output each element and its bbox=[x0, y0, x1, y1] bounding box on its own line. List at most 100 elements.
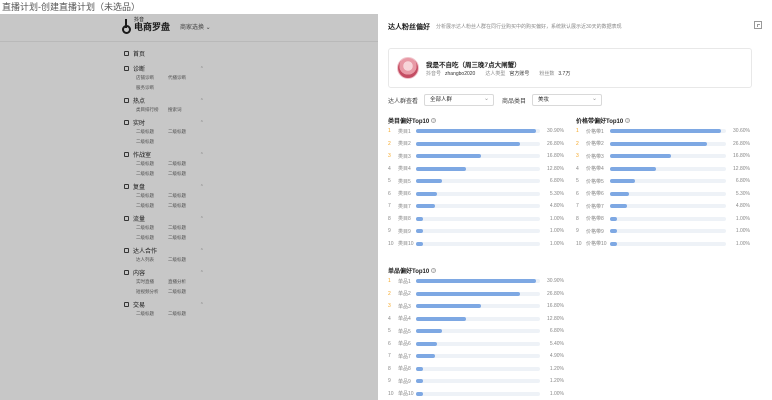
drawer-title: 达人粉丝偏好 bbox=[388, 24, 430, 31]
ranking-row: 9 类目9 1.00% bbox=[388, 225, 564, 238]
bar-track bbox=[416, 166, 540, 171]
influencer-card: 我是不自吃（周三晚7点大闸蟹） 抖音号 zhangbo2020 达人类型 官方账号 … bbox=[388, 48, 752, 88]
influencer-name: 我是不自吃（周三晚7点大闸蟹） bbox=[426, 62, 521, 69]
ranking-row: 8 单品8 1.20% bbox=[388, 363, 564, 376]
bar-fill bbox=[416, 279, 536, 284]
rank-number: 9 bbox=[388, 228, 391, 235]
bar-track bbox=[416, 366, 540, 371]
bar-fill bbox=[416, 216, 424, 221]
rank-percent: 1.00% bbox=[549, 228, 564, 235]
rank-label: 价格带5 bbox=[586, 178, 604, 185]
bar-track bbox=[416, 179, 540, 184]
bar-fill bbox=[610, 179, 635, 184]
price-ranking: 价格带偏好Top10? 1 价格带1 30.60% 2 价格带2 26.80% 3 价格带3 16… bbox=[576, 115, 750, 250]
rank-percent: 26.80% bbox=[547, 290, 564, 297]
expand-icon[interactable] bbox=[754, 21, 762, 29]
filter-bar: 达人群查看 全部人群 商品类目 美妆 bbox=[388, 94, 610, 106]
rank-percent: 1.00% bbox=[735, 228, 750, 235]
bar-track bbox=[416, 391, 540, 396]
bar-track bbox=[416, 304, 540, 309]
rank-number: 7 bbox=[576, 203, 579, 210]
rank-number: 5 bbox=[388, 328, 391, 335]
rank-number: 2 bbox=[388, 290, 391, 297]
ranking-row: 3 价格带3 16.80% bbox=[576, 150, 750, 163]
bar-fill bbox=[610, 191, 630, 196]
rank-percent: 30.90% bbox=[547, 128, 564, 135]
ranking-row: 2 单品2 26.80% bbox=[388, 288, 564, 301]
rank-label: 价格带2 bbox=[586, 141, 604, 148]
rank-label: 类目8 bbox=[398, 216, 411, 223]
crowd-select[interactable]: 全部人群 bbox=[424, 94, 495, 106]
rank-percent: 4.90% bbox=[549, 353, 564, 360]
modal-mask[interactable] bbox=[0, 14, 378, 400]
rank-number: 1 bbox=[576, 128, 579, 135]
bar-fill bbox=[416, 316, 466, 321]
rank-label: 类目1 bbox=[398, 128, 411, 135]
bar-track bbox=[416, 216, 540, 221]
rank-number: 8 bbox=[388, 215, 391, 222]
help-icon[interactable]: ? bbox=[431, 267, 437, 273]
bar-track bbox=[610, 216, 726, 221]
rank-number: 6 bbox=[576, 190, 579, 197]
bar-fill bbox=[610, 141, 708, 146]
rank-label: 单品2 bbox=[398, 291, 411, 298]
rank-label: 价格带7 bbox=[586, 203, 604, 210]
ranking-row: 2 价格带2 26.80% bbox=[576, 138, 750, 151]
drawer-description: 分析展示达人粉丝人群在同行业购买中的购买偏好，系统默认展示近30天的数据表现 bbox=[436, 24, 622, 30]
ranking-title: 单品偏好Top10? bbox=[388, 265, 564, 275]
bar-track bbox=[416, 229, 540, 234]
rank-number: 3 bbox=[388, 153, 391, 160]
bar-track bbox=[416, 341, 540, 346]
rank-percent: 6.80% bbox=[549, 178, 564, 185]
bar-fill bbox=[416, 354, 435, 359]
bar-fill bbox=[416, 291, 520, 296]
bar-track bbox=[610, 191, 726, 196]
bar-track bbox=[416, 329, 540, 334]
rank-number: 9 bbox=[576, 228, 579, 235]
category-ranking: 类目偏好Top10? 1 类目1 30.90% 2 类目2 26.80% 3 类目3 16.80%… bbox=[388, 115, 564, 250]
ranking-row: 7 类目7 4.80% bbox=[388, 200, 564, 213]
rank-percent: 5.30% bbox=[735, 190, 750, 197]
category-select[interactable]: 美妆 bbox=[532, 94, 603, 106]
ranking-row: 5 单品5 6.80% bbox=[388, 325, 564, 338]
ranking-row: 1 类目1 30.90% bbox=[388, 125, 564, 138]
ranking-row: 7 价格带7 4.80% bbox=[576, 200, 750, 213]
ranking-row: 8 价格带8 1.00% bbox=[576, 213, 750, 226]
rank-percent: 12.80% bbox=[547, 165, 564, 172]
rank-label: 单品3 bbox=[398, 303, 411, 310]
ranking-row: 10 单品10 1.00% bbox=[388, 388, 564, 400]
rank-number: 4 bbox=[576, 165, 579, 172]
bar-fill bbox=[416, 241, 424, 246]
rank-number: 6 bbox=[388, 190, 391, 197]
bar-fill bbox=[416, 304, 482, 309]
rank-label: 类目5 bbox=[398, 178, 411, 185]
bar-track bbox=[416, 379, 540, 384]
rank-number: 1 bbox=[388, 128, 391, 135]
bar-track bbox=[610, 241, 726, 246]
rank-percent: 1.00% bbox=[735, 240, 750, 247]
rank-percent: 1.20% bbox=[549, 378, 564, 385]
rank-label: 单品4 bbox=[398, 316, 411, 323]
rank-label: 单品6 bbox=[398, 341, 411, 348]
ranking-row: 2 类目2 26.80% bbox=[388, 138, 564, 151]
bar-track bbox=[416, 154, 540, 159]
rank-percent: 26.80% bbox=[547, 140, 564, 147]
ranking-row: 10 价格带10 1.00% bbox=[576, 238, 750, 251]
bar-track bbox=[610, 141, 726, 146]
bar-track bbox=[416, 241, 540, 246]
rank-number: 1 bbox=[388, 278, 391, 285]
douyin-id: 抖音号 zhangbo2020 bbox=[426, 71, 476, 77]
bar-track bbox=[416, 129, 540, 134]
rank-number: 7 bbox=[388, 353, 391, 360]
bar-fill bbox=[416, 204, 435, 209]
bar-fill bbox=[610, 166, 657, 171]
help-icon[interactable]: ? bbox=[625, 117, 631, 123]
rank-number: 3 bbox=[576, 153, 579, 160]
rank-label: 类目6 bbox=[398, 191, 411, 198]
ranking-row: 10 类目10 1.00% bbox=[388, 238, 564, 251]
ranking-row: 5 类目5 6.80% bbox=[388, 175, 564, 188]
rank-label: 价格带6 bbox=[586, 191, 604, 198]
help-icon[interactable]: ? bbox=[431, 117, 437, 123]
rank-number: 8 bbox=[388, 365, 391, 372]
bar-fill bbox=[416, 191, 437, 196]
